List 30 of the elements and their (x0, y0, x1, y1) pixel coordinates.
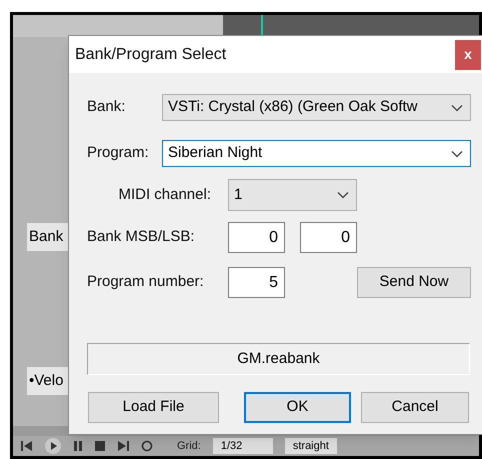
skip-forward-icon[interactable] (117, 441, 129, 451)
file-name-field: GM.reabank (87, 343, 470, 375)
dialog-button[interactable]: OK (244, 392, 351, 423)
dialog-button[interactable]: Cancel (361, 392, 469, 423)
close-button[interactable]: x (455, 40, 481, 70)
window-title: Bank/Program Select (75, 44, 226, 64)
dialog-button[interactable]: Load File (88, 392, 219, 423)
swing-dropdown[interactable]: straight (284, 438, 337, 454)
grid-label: Grid: (177, 438, 201, 454)
grid-dropdown[interactable]: 1/32 (212, 438, 273, 454)
skip-back-icon[interactable] (21, 441, 33, 451)
input-field[interactable]: 5 (228, 267, 285, 298)
input-field[interactable]: 0 (228, 222, 285, 253)
chevron-down-icon (337, 191, 349, 199)
midi-channel-dropdown[interactable]: 1 (228, 179, 357, 211)
field-label: Bank: (87, 97, 126, 118)
field-label: MIDI channel: (117, 184, 211, 205)
program-dropdown[interactable]: Siberian Night (162, 140, 471, 167)
pause-icon[interactable] (73, 441, 83, 451)
bank-dropdown[interactable]: VSTi: Crystal (x86) (Green Oak Softw (162, 94, 471, 121)
send-now-button[interactable]: Send Now (357, 267, 471, 298)
input-field[interactable]: 0 (300, 222, 357, 253)
play-icon[interactable] (45, 438, 61, 454)
chevron-down-icon (451, 150, 463, 158)
field-label: Program: (87, 143, 150, 164)
playhead-line (261, 15, 263, 37)
loop-icon[interactable] (141, 440, 153, 452)
field-label: Bank MSB/LSB: (87, 227, 196, 248)
field-label: Program number: (87, 272, 205, 292)
chevron-down-icon (451, 104, 463, 112)
